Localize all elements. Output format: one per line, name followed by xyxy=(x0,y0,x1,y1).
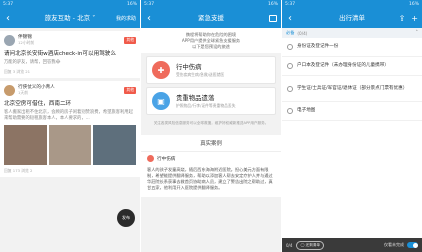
radio-button[interactable] xyxy=(287,108,293,114)
post-body: 客人搬家出租不住北京，会顾的房子闲着别赞浪费，希望旅客利用起来帮助需要的短租旅客… xyxy=(4,110,133,121)
user-block: 伴锦锦 12小时前 xyxy=(18,34,34,46)
case-section-title: 真实案例 xyxy=(141,135,281,152)
radio-button[interactable] xyxy=(287,44,293,50)
category-badge: 其他 xyxy=(124,36,136,44)
medical-icon xyxy=(147,155,154,162)
nav-bar: ‹ 旅友互助 - 北京 ˅ 我的求助 xyxy=(0,9,140,28)
post-time: 1天前 xyxy=(18,90,29,95)
card-subtitle: 受伤疾病生病/急救/送医就医 xyxy=(176,72,225,77)
card-text: 行中伤病 受伤疾病生病/急救/送医就医 xyxy=(176,62,224,78)
lost-items-card[interactable]: ▣ 贵重物品遗落 护照物品/行李/证件等贵重物品丢失 xyxy=(146,87,276,115)
unfinished-label: 仅看未完成 xyxy=(384,242,404,247)
post-title: 请问北京长安街w酒店check-in可以用驾驶么 xyxy=(4,51,116,57)
card-title: 行中伤病 xyxy=(176,63,202,71)
screenshot-collage: 5:37 16% ‹ 旅友互助 - 北京 ˅ 我的求助 伴锦锦 12小时前 其他… xyxy=(0,0,422,252)
room-photo[interactable] xyxy=(48,125,92,165)
back-icon[interactable]: ‹ xyxy=(0,9,16,28)
user-block: 行侠仗义的小青人 1天前 xyxy=(18,84,55,96)
nav-actions: ⇪ + xyxy=(399,9,418,28)
post-header: 行侠仗义的小青人 1天前 其他 xyxy=(4,84,136,96)
add-icon[interactable]: + xyxy=(411,9,418,28)
publish-button[interactable]: 发布 xyxy=(117,209,135,227)
chevron-up-icon[interactable]: ˄ xyxy=(416,30,419,36)
status-time: 5:37 xyxy=(144,2,155,7)
radio-button[interactable] xyxy=(287,63,293,69)
my-requests-link[interactable]: 我的求助 xyxy=(116,15,136,22)
case-category-label: 行中伤病 xyxy=(157,156,176,162)
item-label: 身份证及登记件一份 xyxy=(297,44,339,49)
card-subtitle: 护照物品/行李/证件等贵重物品丢失 xyxy=(176,103,236,108)
radio-button[interactable] xyxy=(287,85,293,92)
card-text: 贵重物品遗落 护照物品/行李/证件等贵重物品丢失 xyxy=(176,93,236,109)
section-count: (0/4) xyxy=(297,30,308,36)
status-bar: 5:37 16% xyxy=(141,0,281,9)
injury-card[interactable]: ✚ 行中伤病 受伤疾病生病/急救/送医就医 xyxy=(146,56,276,84)
screen-emergency-support: 5:37 16% ‹ 紧急支援 携程将帮助你在危险的困境 APP用户提供全球紧急… xyxy=(141,0,281,252)
room-photo[interactable] xyxy=(4,125,47,165)
checklist-item[interactable]: 身份证及登记件一份 xyxy=(282,38,422,57)
status-time: 5:37 xyxy=(285,2,296,7)
bottom-toolbar: 0/4 ◯ 还剩清单 仅看未完成 xyxy=(282,238,422,252)
checklist-item[interactable]: 户口本及登记件（未办理身份证的儿童携带） xyxy=(282,57,422,76)
section-label: 必备 xyxy=(286,30,295,35)
share-icon[interactable] xyxy=(269,15,277,22)
share-icon[interactable]: ⇪ xyxy=(399,9,406,28)
nav-bar: ‹ 出行清单 ⇪ + xyxy=(282,9,422,28)
unfinished-toggle[interactable] xyxy=(407,242,418,248)
post-title: 北京空房可借住，西南二环 xyxy=(4,101,72,107)
back-icon[interactable]: ‹ xyxy=(282,9,298,28)
post-header: 伴锦锦 12小时前 其他 xyxy=(4,34,136,46)
avatar[interactable] xyxy=(4,84,15,96)
checklist-item[interactable]: 学生证/士兵证/军官证/退休证（部分景点门票有优惠） xyxy=(282,76,422,102)
post-stats: 回复 173 浏览 2 xyxy=(4,168,33,173)
status-time: 5:37 xyxy=(3,2,14,7)
back-icon[interactable]: ‹ xyxy=(141,9,157,28)
screen-travel-checklist: 5:37 16% ‹ 出行清单 ⇪ + 必备 (0/4) ˄ 身份证及登记件一份… xyxy=(282,0,422,252)
case-category: 行中伤病 xyxy=(141,152,281,165)
luggage-icon: ▣ xyxy=(152,92,170,110)
room-photo[interactable] xyxy=(93,125,137,165)
status-battery: 16% xyxy=(126,2,137,7)
avatar[interactable] xyxy=(4,34,15,46)
post-time: 12小时前 xyxy=(18,40,35,45)
unfinished-filter: 仅看未完成 xyxy=(384,242,418,248)
item-label: 户口本及登记件（未办理身份证的儿童携带） xyxy=(297,63,389,68)
status-battery: 16% xyxy=(267,2,278,7)
service-notice: 携程将帮助你在危险的困境 APP用户提供全球紧急支援服务 以下是您预设的旅途 xyxy=(141,28,281,53)
item-label: 学生证/士兵证/军官证/退休证（部分景点门票有优惠） xyxy=(297,85,408,91)
status-bar: 5:37 16% xyxy=(0,0,140,9)
progress-count: 0/4 xyxy=(286,242,293,248)
medical-cross-icon: ✚ xyxy=(152,61,170,79)
post-body: 万能的驴友，请帮，回答我😂 xyxy=(4,60,61,65)
nav-bar: ‹ 紧急支援 xyxy=(141,9,281,28)
case-description: 客人的孩子发童高烧，随后西东海海附近医院。担心美元方面有限制，希望能提供翻译服务… xyxy=(141,165,281,197)
checklist-item[interactable]: 电子地图 xyxy=(282,102,422,121)
screen-travel-help: 5:37 16% ‹ 旅友互助 - 北京 ˅ 我的求助 伴锦锦 12小时前 其他… xyxy=(0,0,140,252)
card-title: 贵重物品遗落 xyxy=(176,94,215,102)
status-battery: 16% xyxy=(408,2,419,7)
list-item[interactable]: 伴锦锦 12小时前 其他 请问北京长安街w酒店check-in可以用驾驶么 万能… xyxy=(0,31,140,78)
category-badge: 其他 xyxy=(124,86,136,94)
photo-grid xyxy=(4,125,137,165)
section-required[interactable]: 必备 (0/4) ˄ xyxy=(282,28,422,38)
footnote: 关注各类风险信息服务可以全球救援，维护好权威新推送APP用户服务。 xyxy=(153,121,269,125)
remaining-filter-button[interactable]: ◯ 还剩清单 xyxy=(296,240,324,250)
page-title: 紧急支援 xyxy=(198,14,224,22)
list-item[interactable]: 行侠仗义的小青人 1天前 其他 北京空房可借住，西南二环 客人搬家出租不住北京，… xyxy=(0,81,140,177)
post-stats: 回复 3 浏览 21 xyxy=(4,69,31,74)
item-label: 电子地图 xyxy=(297,108,316,113)
status-bar: 5:37 16% xyxy=(282,0,422,9)
